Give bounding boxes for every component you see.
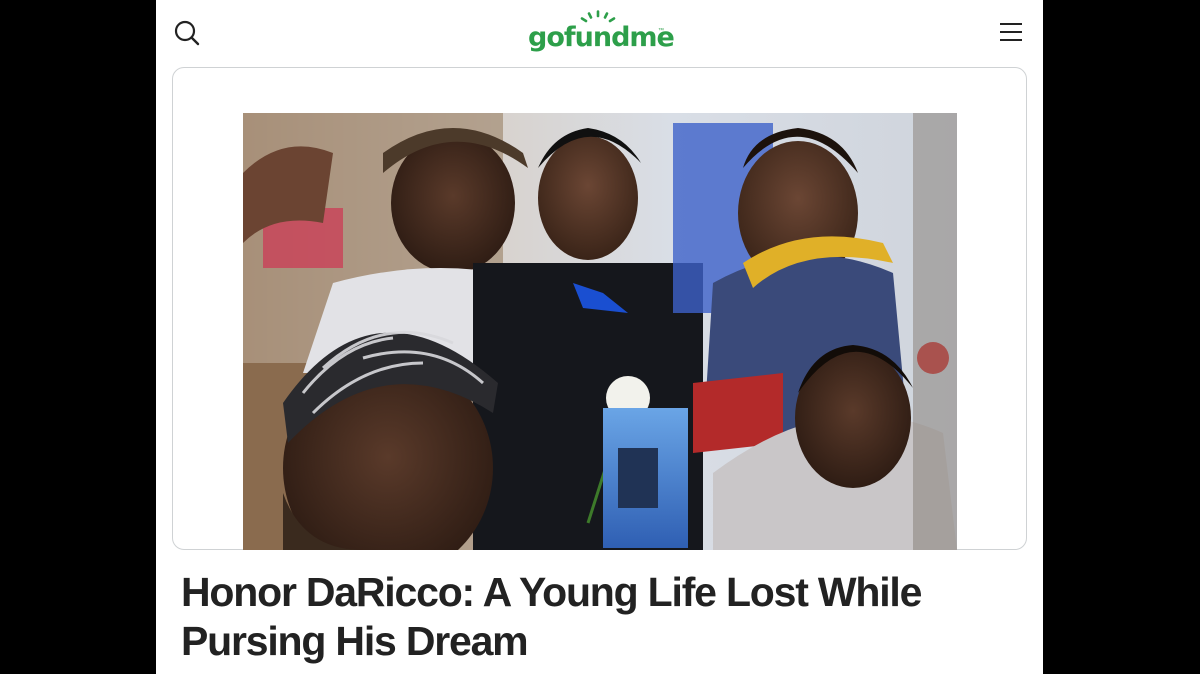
search-button[interactable]: [172, 18, 202, 48]
trademark-mark: ™: [658, 28, 664, 34]
hamburger-menu-icon: [1000, 23, 1022, 41]
campaign-photo-collage[interactable]: [243, 113, 957, 550]
page: gofundme ™ Honor DaRicco: A Young Life L…: [156, 0, 1043, 674]
campaign-media-card: [172, 67, 1027, 550]
site-header: gofundme ™: [156, 0, 1043, 64]
menu-button[interactable]: [998, 20, 1024, 44]
search-icon: [174, 20, 200, 46]
gofundme-logo[interactable]: gofundme ™: [528, 10, 675, 56]
campaign-title: Honor DaRicco: A Young Life Lost While P…: [181, 569, 922, 664]
logo-wordmark: gofundme: [528, 22, 675, 53]
